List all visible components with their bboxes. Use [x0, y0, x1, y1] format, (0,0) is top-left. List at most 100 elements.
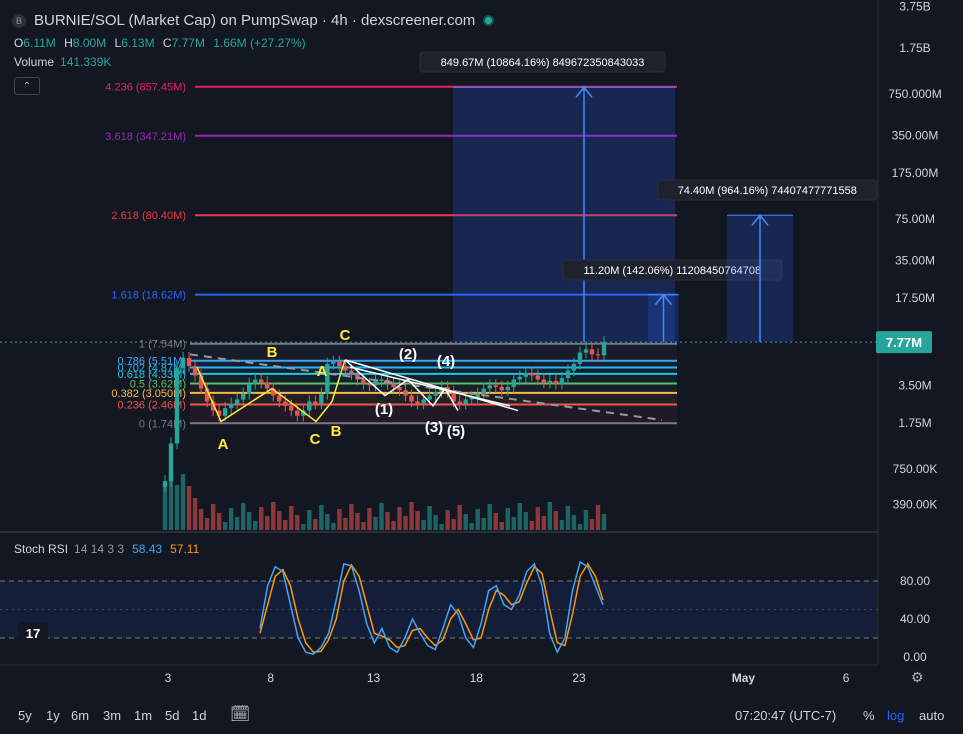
volume-bar [505, 508, 510, 530]
range-1d-button[interactable]: 1d [192, 708, 206, 723]
candle-body [361, 379, 366, 384]
candle-body [463, 399, 468, 404]
volume-bar [174, 485, 180, 530]
price-tick-label: 3.75B [899, 0, 930, 14]
candle-body [186, 357, 192, 367]
candle-body [505, 386, 510, 391]
volume-bar [457, 505, 462, 530]
date-range-icon[interactable]: 🗓 [230, 704, 250, 724]
time-tick-label: 3 [165, 671, 172, 685]
auto-toggle[interactable]: auto [919, 708, 944, 723]
volume-bar [277, 511, 282, 530]
volume-bar [553, 511, 559, 530]
candle-body [601, 342, 607, 356]
candle-body [487, 385, 492, 389]
last-price-label: 7.77M [886, 335, 922, 350]
volume-bar [391, 521, 396, 530]
candle-body [174, 368, 180, 444]
volume-bar [445, 510, 450, 530]
stoch-tick-label: 80.00 [900, 574, 930, 588]
volume-bar [367, 508, 372, 530]
candle-body [379, 379, 384, 381]
price-chart[interactable]: 4.236 (857.45M) 3.618 (347.21M) 2.618 (80.… [0, 0, 963, 734]
volume-value: 141.339K [60, 55, 112, 69]
candle-body [535, 375, 541, 380]
candle-body [234, 399, 240, 404]
stoch-d-value: 57.11 [170, 542, 200, 556]
stoch-params: 14 14 3 3 [74, 542, 125, 556]
wave-label-abc: A [317, 363, 328, 380]
volume-bar [325, 514, 330, 530]
fib-label: 4.236 (857.45M) [105, 82, 186, 94]
target-boxes: 849.67M (10864.16%) 84967235084303311.20… [419, 51, 878, 343]
candle-body [222, 408, 228, 416]
candle-body [589, 349, 595, 355]
candle-body [427, 395, 432, 400]
stoch-tick-label: 40.00 [900, 612, 930, 626]
volume-bar [240, 503, 246, 530]
volume-bar [271, 502, 276, 530]
volume-bar [253, 521, 258, 530]
range-3m-button[interactable]: 3m [103, 708, 121, 723]
volume-bar [216, 513, 222, 530]
volume-bar [397, 507, 402, 530]
volume-bar [427, 506, 432, 530]
wave-label-abc: C [310, 431, 321, 448]
chevron-up-icon: ⌃ [22, 80, 32, 92]
volume-bar [469, 523, 474, 530]
clock-time[interactable]: 07:20:47 (UTC-7) [735, 708, 836, 723]
range-1y-button[interactable]: 1y [46, 708, 60, 723]
target-label: 74.40M (964.16%) 74407477771558 [678, 185, 857, 197]
candle-body [289, 405, 294, 411]
volume-bar [481, 518, 486, 530]
volume-bar [319, 505, 324, 530]
settings-gear-icon[interactable]: ⚙ [911, 669, 924, 686]
candle-body [277, 395, 282, 402]
wave-label-impulse: (2) [399, 346, 417, 363]
range-5y-button[interactable]: 5y [18, 708, 32, 723]
coin-icon: B [12, 13, 26, 28]
volume-bar [355, 513, 360, 530]
time-tick-label: 8 [267, 671, 274, 685]
wave-label-abc: C [340, 327, 351, 344]
volume-bar [246, 512, 252, 530]
price-tick-label: 175.00M [892, 166, 939, 180]
candle-body [547, 380, 553, 383]
candle-body [343, 366, 348, 371]
candle-body [577, 352, 583, 364]
stoch-label: Stoch RSI [14, 542, 69, 556]
time-axis: 3 8 13 18 23 May 6 [0, 664, 878, 685]
volume-bar [487, 504, 492, 530]
volume-bar [601, 514, 607, 530]
range-1m-button[interactable]: 1m [134, 708, 152, 723]
fib-label: 1 (7.54M) [139, 339, 186, 351]
range-5d-button[interactable]: 5d [165, 708, 179, 723]
candle-body [337, 361, 342, 367]
candle-body [571, 363, 577, 371]
price-tick-label: 750.000M [888, 87, 941, 101]
candle-body [246, 383, 252, 394]
volume-bar [265, 516, 270, 530]
high-value: 8.00M [72, 36, 107, 50]
volume-bar [475, 509, 480, 530]
volume-bar [259, 507, 264, 530]
percent-toggle[interactable]: % [863, 708, 875, 723]
candle-body [511, 379, 516, 387]
stoch-k-value: 58.43 [132, 542, 163, 556]
log-toggle[interactable]: log [887, 708, 904, 723]
collapse-legend-button[interactable]: ⌃ [14, 77, 40, 95]
volume-bar [511, 517, 516, 530]
stoch-tick-label: 0.00 [903, 650, 927, 664]
live-status-icon [483, 15, 495, 26]
volume-bar [523, 512, 529, 530]
volume-bars [162, 473, 607, 530]
volume-bar [313, 519, 318, 530]
wave-label-impulse: (3) [425, 419, 443, 436]
candle-body [240, 393, 246, 400]
range-6m-button[interactable]: 6m [71, 708, 89, 723]
candle-body [349, 370, 354, 375]
fib-label: 0.382 (3.050M) [111, 388, 186, 400]
candle-body [457, 401, 462, 404]
tradingview-logo[interactable]: 17 [18, 622, 48, 644]
volume-bar [499, 522, 504, 530]
